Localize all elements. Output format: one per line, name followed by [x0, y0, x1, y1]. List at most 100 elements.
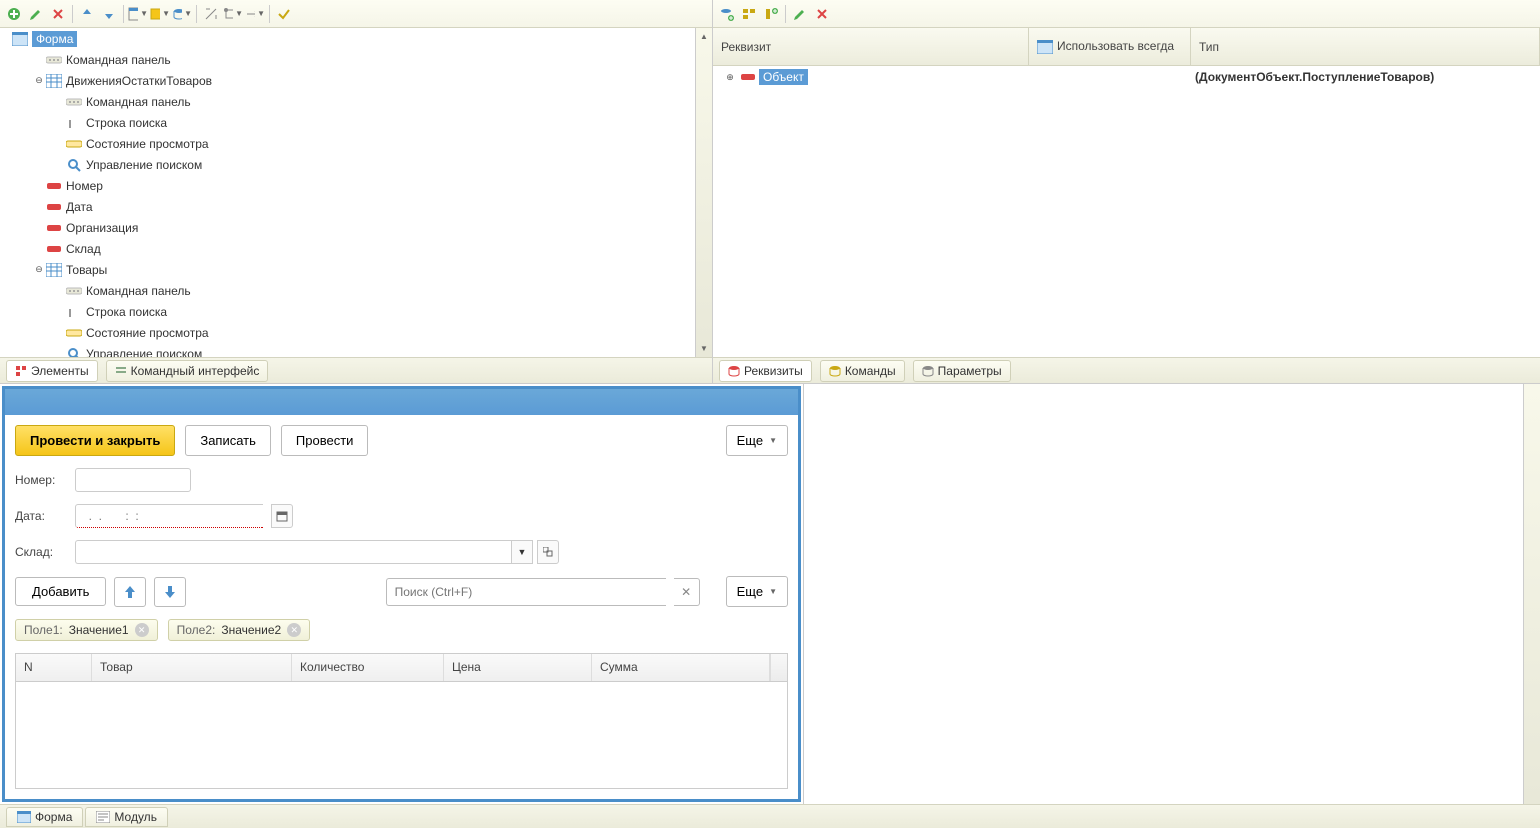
tab-cmd-interface[interactable]: Командный интерфейс — [106, 360, 269, 382]
link3-icon[interactable]: ▼ — [245, 4, 265, 24]
caret-down-icon: ▼ — [769, 436, 777, 445]
collapse-icon[interactable]: ⊖ — [32, 263, 46, 277]
tab-params[interactable]: Параметры — [913, 360, 1011, 382]
tree-item[interactable]: ⊖Товары — [0, 259, 712, 280]
date-field[interactable] — [75, 504, 263, 528]
edit-icon[interactable] — [26, 4, 46, 24]
right-panel-tabs: Реквизиты Команды Параметры — [713, 357, 1540, 383]
tree-item[interactable]: Состояние просмотра — [0, 322, 712, 343]
tree-label: ДвиженияОстаткиТоваров — [66, 74, 212, 88]
attr-col-use-always[interactable]: Использовать всегда — [1029, 28, 1191, 65]
check-icon[interactable] — [274, 4, 294, 24]
edit-attr-icon[interactable] — [790, 4, 810, 24]
right-scrollbar[interactable] — [1523, 384, 1540, 804]
tree-root-form[interactable]: Форма — [0, 28, 712, 49]
tree-item[interactable]: Управление поиском — [0, 154, 712, 175]
tree-label: Организация — [66, 221, 138, 235]
row-down-button[interactable] — [154, 577, 186, 607]
number-field[interactable] — [75, 468, 191, 492]
tab-commands[interactable]: Команды — [820, 360, 905, 382]
save-button[interactable]: Записать — [185, 425, 271, 456]
tree-label: Командная панель — [86, 95, 191, 109]
form-item-icon — [12, 31, 28, 47]
tree-item[interactable]: Состояние просмотра — [0, 133, 712, 154]
search-mgr-icon — [66, 157, 82, 173]
goods-table: N Товар Количество Цена Сумма — [15, 653, 788, 789]
calendar-icon[interactable] — [271, 504, 293, 528]
col-qty[interactable]: Количество — [292, 654, 444, 681]
warehouse-field[interactable] — [75, 540, 511, 564]
chip-close-icon[interactable]: ✕ — [287, 623, 301, 637]
col-product[interactable]: Товар — [92, 654, 292, 681]
tree-label: Строка поиска — [86, 116, 167, 130]
field-icon — [46, 220, 62, 236]
attr-col-requisite[interactable]: Реквизит — [713, 28, 1029, 65]
tab-elements[interactable]: Элементы — [6, 360, 98, 382]
delete-icon[interactable] — [48, 4, 68, 24]
col-n[interactable]: N — [16, 654, 92, 681]
tree-item[interactable]: Номер — [0, 175, 712, 196]
post-button[interactable]: Провести — [281, 425, 369, 456]
move-up-icon[interactable] — [77, 4, 97, 24]
table-scrollbar[interactable] — [770, 654, 787, 681]
tree-item[interactable]: Склад — [0, 238, 712, 259]
move-down-icon[interactable] — [99, 4, 119, 24]
collapse-icon[interactable]: ⊖ — [32, 74, 46, 88]
form-icon[interactable]: ▼ — [128, 4, 148, 24]
field-icon — [46, 178, 62, 194]
more-button[interactable]: Еще▼ — [726, 425, 788, 456]
filter-chip-2[interactable]: Поле2: Значение2 ✕ — [168, 619, 311, 641]
attr-row-object[interactable]: ⊕ Объект (ДокументОбъект.ПоступлениеТова… — [713, 66, 1540, 88]
params-icon — [922, 365, 934, 377]
tree-label: Форма — [32, 31, 77, 47]
field-red-icon — [741, 74, 755, 80]
row-up-button[interactable] — [114, 577, 146, 607]
tree-item[interactable]: Управление поиском — [0, 343, 712, 357]
col-price[interactable]: Цена — [444, 654, 592, 681]
post-close-button[interactable]: Провести и закрыть — [15, 425, 175, 456]
tree-item[interactable]: Строка поиска — [0, 301, 712, 322]
preview-titlebar — [5, 389, 798, 415]
table-icon — [46, 262, 62, 278]
dropdown-icon[interactable]: ▼ — [511, 540, 533, 564]
table-search-input[interactable] — [386, 578, 666, 606]
tree-item[interactable]: Организация — [0, 217, 712, 238]
link1-icon[interactable] — [201, 4, 221, 24]
tree-item[interactable]: Командная панель — [0, 49, 712, 70]
add-col-icon[interactable] — [761, 4, 781, 24]
requisites-icon — [728, 365, 740, 377]
tree-item[interactable]: Строка поиска — [0, 112, 712, 133]
attr-body: ⊕ Объект (ДокументОбъект.ПоступлениеТова… — [713, 66, 1540, 357]
window-icon[interactable]: ▼ — [150, 4, 170, 24]
commands-icon — [829, 365, 841, 377]
table-body[interactable] — [16, 682, 787, 788]
add-attr-icon[interactable] — [717, 4, 737, 24]
open-icon[interactable] — [537, 540, 559, 564]
attr-col-type[interactable]: Тип — [1191, 28, 1540, 65]
chip-close-icon[interactable]: ✕ — [135, 623, 149, 637]
bottom-tabs: Форма Модуль — [0, 804, 1540, 828]
fields-icon[interactable] — [739, 4, 759, 24]
expand-plus-icon[interactable]: ⊕ — [723, 70, 737, 84]
filter-chip-1[interactable]: Поле1: Значение1 ✕ — [15, 619, 158, 641]
table-more-button[interactable]: Еще▼ — [726, 576, 788, 607]
tree-item[interactable]: Командная панель — [0, 280, 712, 301]
form-small-icon — [1037, 40, 1053, 54]
tree-scrollbar[interactable]: ▲ ▼ — [695, 28, 712, 357]
link2-icon[interactable]: ▼ — [223, 4, 243, 24]
tree-item[interactable]: ⊖ ДвиженияОстаткиТоваров — [0, 70, 712, 91]
attr-label: Объект — [759, 69, 808, 85]
number-label: Номер: — [15, 473, 67, 487]
db-icon[interactable]: ▼ — [172, 4, 192, 24]
col-sum[interactable]: Сумма — [592, 654, 770, 681]
add-icon[interactable] — [4, 4, 24, 24]
delete-attr-icon[interactable] — [812, 4, 832, 24]
tab-requisites[interactable]: Реквизиты — [719, 360, 812, 382]
tab-module[interactable]: Модуль — [85, 807, 168, 827]
tree-label: Управление поиском — [86, 347, 202, 358]
tree-item[interactable]: Командная панель — [0, 91, 712, 112]
tab-form[interactable]: Форма — [6, 807, 83, 827]
tree-item[interactable]: Дата — [0, 196, 712, 217]
search-clear-icon[interactable]: ✕ — [674, 578, 700, 606]
add-row-button[interactable]: Добавить — [15, 577, 106, 606]
